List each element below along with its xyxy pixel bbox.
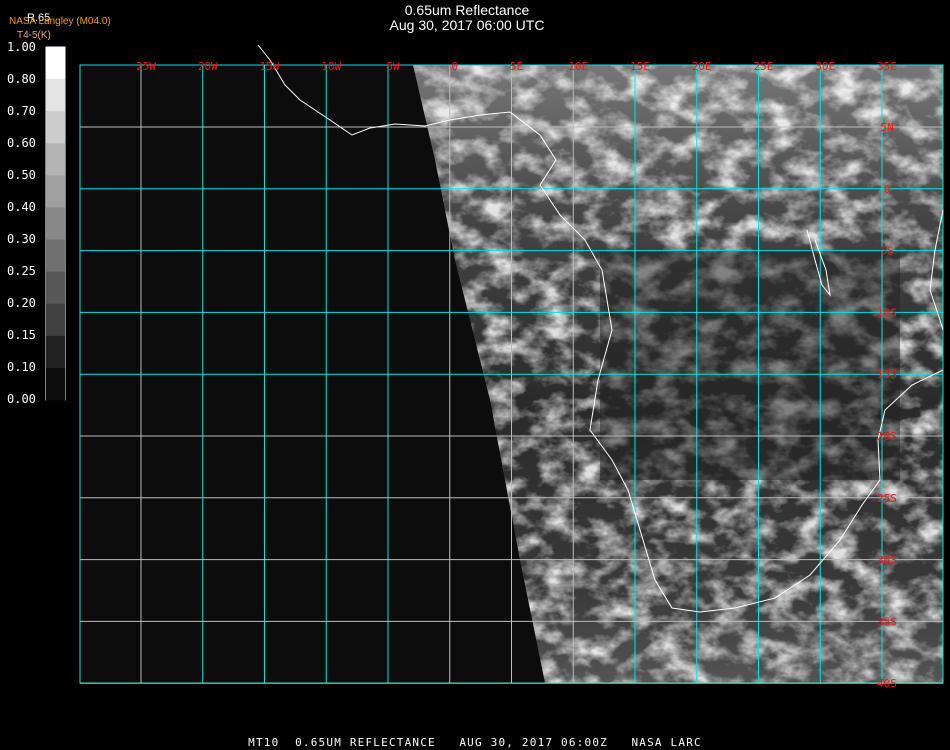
colorbar-tick-label: 0.70 bbox=[7, 104, 36, 118]
colorbar-segment bbox=[46, 111, 65, 144]
longitude-label: 15E bbox=[630, 60, 650, 73]
colorbar bbox=[46, 47, 65, 401]
colorbar-tick-label: 0.25 bbox=[7, 264, 36, 278]
latitude-label: 20S bbox=[877, 430, 897, 443]
latitude-label: 25S bbox=[877, 492, 897, 505]
colorbar-segment bbox=[46, 47, 65, 80]
latitude-label: 5N bbox=[880, 121, 893, 134]
longitude-label: 20E bbox=[692, 60, 712, 73]
latitude-label: 0 bbox=[884, 183, 891, 196]
colorbar-segment bbox=[46, 143, 65, 176]
colorbar-tick-label: 1.00 bbox=[7, 40, 36, 54]
colorbar-segment bbox=[46, 335, 65, 369]
map-canvas: 25W 20W 15W 10W 5W 0 5E 10E 15E 20E 25E 30E 35E 5N 0 5… bbox=[45, 44, 944, 690]
latitude-label: 30S bbox=[877, 554, 897, 567]
longitude-label: 10E bbox=[568, 60, 588, 73]
colorbar-segment bbox=[46, 175, 65, 208]
longitude-label: 25E bbox=[754, 60, 774, 73]
colorbar-segment bbox=[46, 207, 65, 241]
longitude-label: 25W bbox=[136, 60, 156, 73]
colorbar-tick-label: 0.10 bbox=[7, 360, 36, 374]
latitude-label: 15S bbox=[877, 368, 897, 381]
latitude-label: 5S bbox=[880, 245, 893, 258]
colorbar-tick-label: 0.30 bbox=[7, 232, 36, 246]
longitude-label: 20W bbox=[198, 60, 218, 73]
longitude-label: 5E bbox=[510, 60, 523, 73]
longitude-label: 30E bbox=[815, 60, 835, 73]
latitude-label: 35S bbox=[877, 615, 897, 628]
colorbar-tick-label: 0.50 bbox=[7, 168, 36, 182]
footer-caption: MT10 0.65UM REFLECTANCE AUG 30, 2017 06:… bbox=[248, 736, 702, 749]
longitude-label: 5W bbox=[386, 60, 400, 73]
colorbar-tick-label: 0.20 bbox=[7, 296, 36, 310]
longitude-label: 0 bbox=[451, 60, 458, 73]
colorbar-tick-label: 0.00 bbox=[7, 392, 36, 406]
colorbar-tick-label: 0.60 bbox=[7, 136, 36, 150]
colorbar-tick-label: 0.15 bbox=[7, 328, 36, 342]
latitude-label: 40S bbox=[877, 677, 897, 690]
colorbar-segment bbox=[46, 303, 65, 337]
colorbar-tick-label: 0.80 bbox=[7, 72, 36, 86]
colorbar-segment bbox=[46, 367, 65, 401]
colorbar-segment bbox=[46, 239, 65, 273]
longitude-label: 35E bbox=[877, 60, 897, 73]
colorbar-tick-label: 0.40 bbox=[7, 200, 36, 214]
colorbar-segment bbox=[46, 79, 65, 112]
colorbar-segment bbox=[46, 271, 65, 305]
longitude-label: 15W bbox=[260, 60, 280, 73]
latitude-label: 10S bbox=[877, 306, 897, 319]
longitude-label: 10W bbox=[321, 60, 341, 73]
